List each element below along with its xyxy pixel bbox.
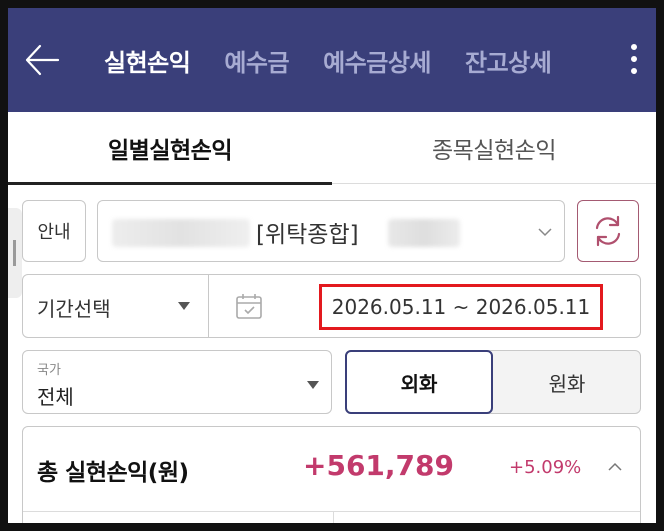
app-window: 실현손익 예수금 예수금상세 잔고상세 일별실현손익 종목실현손익 안내 [위탁… [8, 8, 656, 523]
summary-card: 총 실현손익(원) +561,789 +5.09% [22, 426, 641, 523]
calendar-icon[interactable] [235, 292, 263, 320]
sub-tabs: 일별실현손익 종목실현손익 [8, 112, 656, 184]
caret-down-icon [178, 302, 190, 310]
masked-account-number [112, 219, 250, 247]
subtab-stock-realized-pnl[interactable]: 종목실현손익 [332, 112, 656, 184]
country-caption: 국가 [37, 363, 61, 378]
account-select[interactable]: [위탁종합] [97, 200, 565, 262]
kebab-menu-icon[interactable] [628, 44, 640, 78]
header-tabs: 실현손익 예수금 예수금상세 잔고상세 [104, 8, 552, 112]
kebab-dot [631, 56, 637, 62]
tab-realized-pnl[interactable]: 실현손익 [104, 43, 191, 78]
summary-percent: +5.09% [509, 457, 582, 478]
period-select-label: 기간선택 [37, 297, 111, 321]
top-app-bar: 실현손익 예수금 예수금상세 잔고상세 [8, 8, 656, 112]
divider [23, 511, 640, 512]
arrow-left-icon[interactable] [24, 42, 60, 78]
caret-down-icon [307, 381, 319, 389]
handle-grip [13, 240, 16, 266]
country-select[interactable]: 국가 전체 [22, 350, 332, 414]
tab-balance-detail[interactable]: 잔고상세 [465, 43, 552, 78]
summary-amount: +561,789 [303, 449, 454, 482]
masked-account-holder [388, 219, 460, 247]
side-drawer-handle[interactable] [8, 208, 22, 298]
account-type-label: [위탁종합] [256, 222, 359, 248]
period-row: 기간선택 2026.05.11 ~ 2026.05.11 [22, 274, 641, 338]
active-tab-indicator [8, 182, 332, 185]
refresh-button[interactable] [577, 200, 639, 262]
currency-toggle: 외화 원화 [345, 350, 641, 414]
country-value: 전체 [37, 385, 74, 409]
date-range-field[interactable]: 2026.05.11 ~ 2026.05.11 [319, 284, 603, 330]
subtab-daily-realized-pnl[interactable]: 일별실현손익 [8, 112, 332, 184]
kebab-dot [631, 68, 637, 74]
currency-option-foreign[interactable]: 외화 [345, 350, 493, 414]
currency-option-krw[interactable]: 원화 [494, 351, 640, 413]
period-select[interactable]: 기간선택 [23, 275, 209, 337]
divider [333, 511, 334, 523]
chevron-up-icon[interactable] [607, 459, 623, 475]
tab-deposit[interactable]: 예수금 [224, 43, 289, 78]
info-button[interactable]: 안내 [22, 200, 86, 262]
refresh-icon [595, 215, 621, 247]
kebab-dot [631, 44, 637, 50]
chevron-down-icon [538, 228, 552, 237]
summary-title: 총 실현손익(원) [37, 460, 189, 486]
tab-deposit-detail[interactable]: 예수금상세 [323, 43, 431, 78]
